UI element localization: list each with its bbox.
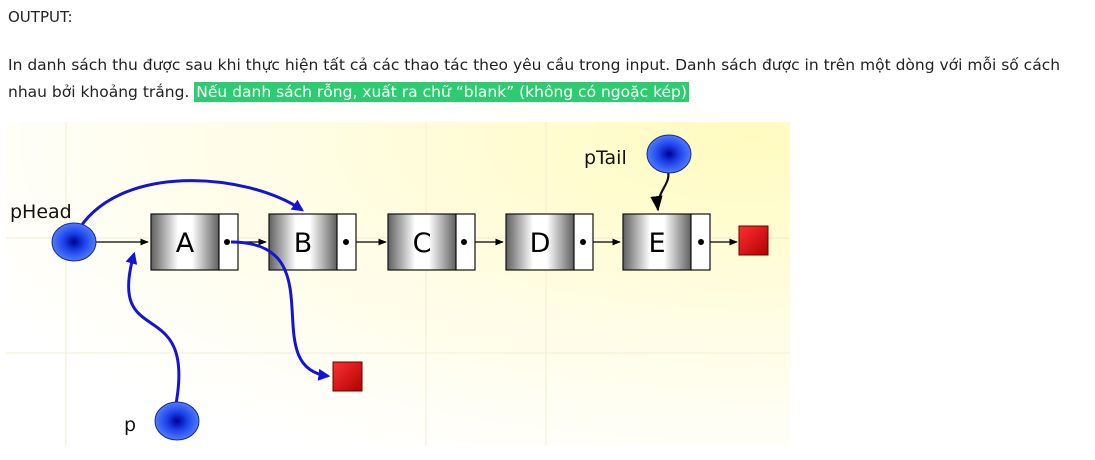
output-description: In danh sách thu được sau khi thực hiện … [8,52,1088,106]
p-tail-label: pTail [584,147,627,169]
highlighted-note: Nếu danh sách rỗng, xuất ra chữ “blank” … [194,82,689,102]
list-node-e: E [622,213,711,271]
description-line-2: nhau bởi khoảng trắng. [8,83,195,101]
null-box-detached [332,361,363,392]
p-tail-circle [646,134,692,174]
node-label-d: D [530,228,551,259]
node-label-e: E [648,228,665,259]
p-label: p [124,414,136,436]
p-head-circle [51,222,97,262]
node-label-b: B [294,228,313,259]
description-line-1: In danh sách thu được sau khi thực hiện … [8,56,1061,74]
linked-list-diagram: A B C D E pHead pTail p [6,122,790,446]
list-node-d: D [505,213,594,271]
null-box-tail [738,225,769,256]
list-node-a: A [150,213,239,271]
node-label-c: C [413,228,432,259]
node-label-a: A [176,228,195,259]
list-node-c: C [387,213,476,271]
p-circle [154,401,200,441]
p-head-label: pHead [10,201,72,223]
output-heading: OUTPUT: [8,8,73,26]
